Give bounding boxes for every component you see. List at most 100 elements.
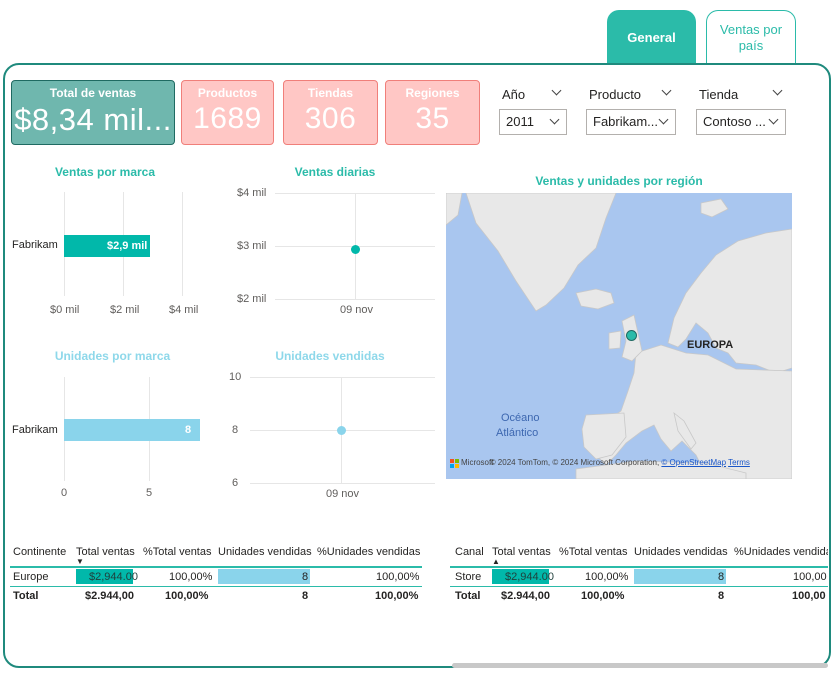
y-tick: $3 mil — [237, 240, 267, 252]
openstreetmap-link[interactable]: © OpenStreetMap — [661, 458, 726, 467]
microsoft-logo-icon — [450, 459, 459, 468]
landmass-iceland — [575, 288, 615, 310]
y-tick: $4 mil — [237, 187, 267, 199]
chart-title-ventas-por-marca: Ventas por marca — [54, 165, 156, 179]
total-cell: 100,00 — [792, 590, 826, 602]
table-channel[interactable]: Canal Total ventas ▲ %Total ventas Unida… — [450, 540, 828, 610]
sort-desc-icon[interactable]: ▼ — [76, 557, 84, 566]
horizontal-scrollbar[interactable] — [452, 663, 828, 668]
slicer-store-label: Tienda — [699, 87, 739, 102]
total-cell: 8 — [302, 590, 309, 602]
landmass-scandinavia — [667, 228, 792, 374]
bar-data-label: $2,9 mil — [107, 240, 148, 252]
column-header[interactable]: %Total ventas — [143, 546, 211, 558]
map-region-label: EUROPA — [687, 339, 734, 351]
column-header[interactable]: Total ventas — [76, 546, 135, 558]
kpi-regiones-label: Regiones — [405, 86, 460, 100]
store-dropdown[interactable]: Contoso ... — [696, 109, 786, 135]
data-point[interactable] — [337, 426, 346, 435]
tab-general[interactable]: General — [607, 10, 696, 64]
gridline — [275, 299, 435, 300]
column-header[interactable]: %Total ventas — [559, 546, 627, 558]
chart-title-unidades-por-marca: Unidades por marca — [54, 349, 171, 363]
data-bar — [218, 569, 310, 584]
row-cell: Europe — [13, 571, 49, 583]
column-header[interactable]: Unidades vendidas — [634, 546, 728, 558]
map-attribution: Microsoft © 2024 TomTom, © 2024 Microsof… — [450, 458, 750, 468]
kpi-regiones-value: 35 — [415, 102, 450, 135]
store-dropdown-value: Contoso ... — [703, 114, 766, 129]
map-marker-europe[interactable] — [626, 330, 637, 341]
chevron-down-icon — [658, 114, 669, 125]
landmass-iberia — [581, 412, 627, 460]
chevron-down-icon — [549, 114, 560, 125]
row-cell: 8 — [302, 571, 309, 583]
column-header[interactable]: Canal — [455, 546, 484, 558]
chart-title-ventas-diarias: Ventas diarias — [294, 165, 376, 179]
kpi-tiendas-value: 306 — [304, 102, 357, 135]
row-cell: 8 — [718, 571, 725, 583]
row-cell: $2,944.00 — [89, 571, 138, 583]
total-cell: 100,00% — [581, 590, 625, 602]
tab-ventas-por-pais[interactable]: Ventas por país — [706, 10, 796, 64]
bar-data-label: 8 — [185, 424, 192, 436]
total-cell: 8 — [718, 590, 725, 602]
x-tick: 09 nov — [340, 304, 374, 316]
y-tick: 10 — [229, 371, 242, 383]
kpi-total-ventas-value: $8,34 mil... — [14, 102, 172, 137]
x-tick: $4 mil — [169, 304, 199, 316]
gridline — [250, 377, 435, 378]
landmass-svalbard — [700, 198, 729, 218]
category-label: Fabrikam — [12, 239, 58, 251]
year-dropdown-value: 2011 — [506, 114, 534, 129]
row-cell: Store — [455, 571, 482, 583]
total-cell: $2.944,00 — [501, 590, 550, 602]
total-cell: 100,00% — [375, 590, 419, 602]
y-tick: $2 mil — [237, 293, 267, 305]
chart-title-unidades-vendidas: Unidades vendidas — [275, 349, 385, 363]
x-tick: $0 mil — [50, 304, 80, 316]
terms-link[interactable]: Terms — [728, 458, 750, 467]
product-dropdown[interactable]: Fabrikam... — [586, 109, 676, 135]
kpi-productos[interactable]: Productos 1689 — [181, 80, 274, 145]
kpi-productos-label: Productos — [197, 86, 258, 100]
slicer-year-label: Año — [502, 87, 526, 102]
landmass-canada — [446, 193, 463, 226]
total-cell: $2.944,00 — [85, 590, 134, 602]
map-attribution-text: © 2024 TomTom, © 2024 Microsoft Corporat… — [489, 458, 660, 467]
table-continent[interactable]: Continente Total ventas ▼ %Total ventas … — [10, 540, 424, 610]
kpi-tiendas[interactable]: Tiendas 306 — [283, 80, 378, 145]
kpi-total-ventas[interactable]: Total de ventas $8,34 mil... — [11, 80, 175, 145]
column-header[interactable]: %Unidades vendidas — [317, 546, 420, 558]
tab-general-label: General — [627, 29, 676, 45]
year-dropdown[interactable]: 2011 — [499, 109, 567, 135]
x-tick: 0 — [61, 487, 68, 499]
data-bar — [634, 569, 726, 584]
bar-fabrikam-unidades[interactable] — [64, 419, 200, 441]
map-title: Ventas y unidades por región — [535, 174, 703, 188]
map-ocean-label: Atlántico — [496, 427, 539, 439]
column-header[interactable]: Total ventas — [492, 546, 551, 558]
row-cell: 100,00% — [585, 571, 629, 583]
kpi-regiones[interactable]: Regiones 35 — [385, 80, 480, 145]
row-cell: 100,00% — [376, 571, 420, 583]
x-tick: 09 nov — [326, 488, 360, 500]
total-cell: Total — [13, 590, 39, 602]
table-row[interactable]: Europe $2,944.00 100,00% 8 100,00% — [10, 568, 422, 586]
column-header[interactable]: %Unidades vendidas — [734, 546, 828, 558]
kpi-tiendas-label: Tiendas — [307, 86, 354, 100]
category-label: Fabrikam — [12, 424, 58, 436]
row-cell: $2,944.00 — [505, 571, 554, 583]
chevron-down-icon — [768, 114, 779, 125]
total-row: Total $2.944,00 100,00% 8 100,00 — [450, 587, 828, 605]
map-ocean-label: Océano — [501, 412, 540, 424]
table-row[interactable]: Store $2,944.00 100,00% 8 100,00 — [450, 568, 828, 586]
sort-asc-icon[interactable]: ▲ — [492, 557, 500, 566]
gridline — [250, 483, 435, 484]
total-cell: 100,00% — [165, 590, 209, 602]
product-dropdown-value: Fabrikam... — [593, 114, 659, 129]
total-cell: Total — [455, 590, 481, 602]
map-visual[interactable]: EUROPA Océano Atlántico Microsoft © 2024… — [446, 193, 792, 479]
column-header[interactable]: Unidades vendidas — [218, 546, 312, 558]
column-header[interactable]: Continente — [13, 546, 66, 558]
